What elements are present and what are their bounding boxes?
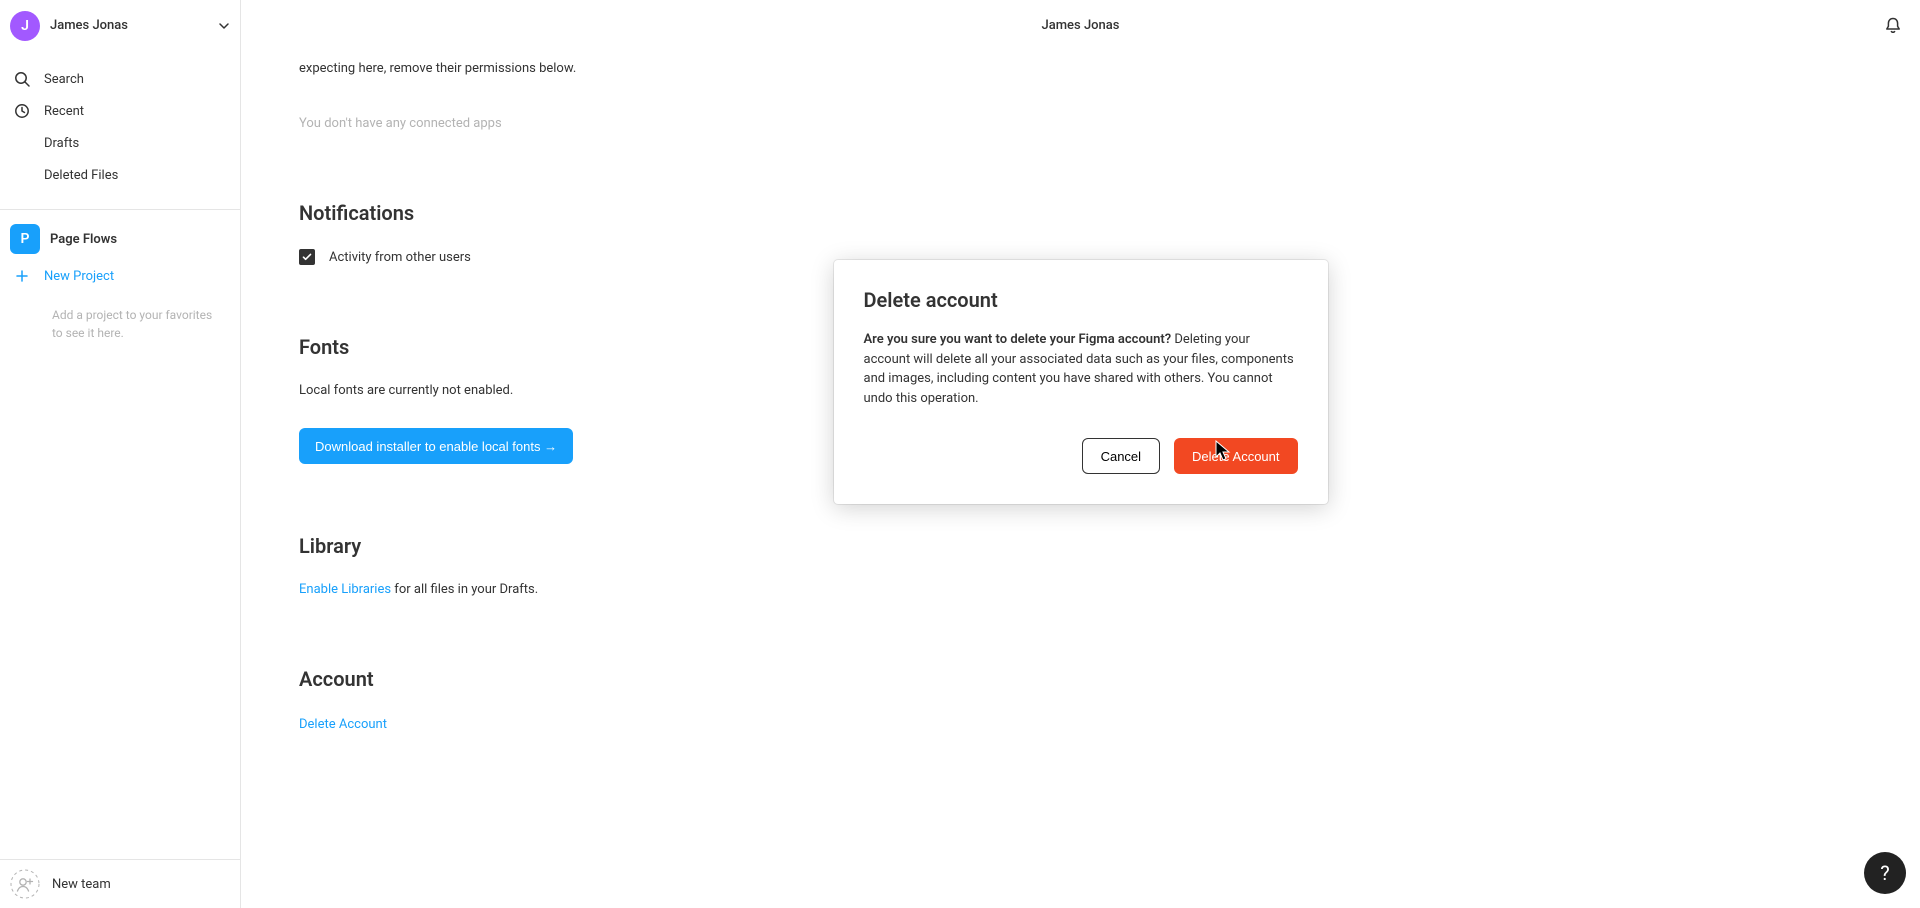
plus-icon	[12, 266, 32, 286]
sidebar-team[interactable]: P Page Flows	[0, 224, 240, 260]
dialog-body: Are you sure you want to delete your Fig…	[864, 330, 1298, 408]
account-switcher[interactable]: J James Jonas	[0, 0, 240, 51]
sidebar-footer: New team	[0, 859, 240, 908]
help-icon: ?	[1880, 861, 1889, 885]
download-fonts-button[interactable]: Download installer to enable local fonts…	[299, 428, 573, 464]
account-heading: Account	[299, 667, 1862, 691]
sidebar-item-label: Deleted Files	[44, 168, 118, 183]
sidebar-item-recent[interactable]: Recent	[0, 95, 240, 127]
notifications-heading: Notifications	[299, 201, 1862, 225]
new-team-label: New team	[52, 877, 111, 892]
bell-icon	[1882, 15, 1904, 37]
sidebar-nav: Search Recent Drafts Deleted Files	[0, 51, 240, 201]
divider	[0, 209, 240, 210]
sidebar-new-team[interactable]: New team	[0, 860, 240, 908]
sidebar-item-label: Recent	[44, 104, 84, 119]
delete-account-confirm-button[interactable]: Delete Account	[1174, 438, 1297, 474]
sidebar-item-search[interactable]: Search	[0, 63, 240, 95]
activity-checkbox-label: Activity from other users	[329, 250, 471, 265]
connected-apps-empty: You don't have any connected apps	[299, 116, 1862, 131]
team-badge: P	[10, 224, 40, 254]
new-project-label: New Project	[44, 269, 114, 284]
team-name: Page Flows	[50, 232, 117, 247]
cancel-button[interactable]: Cancel	[1082, 438, 1160, 474]
enable-libraries-link[interactable]: Enable Libraries	[299, 582, 391, 597]
sidebar-item-label: Search	[44, 72, 84, 87]
clock-icon	[12, 101, 32, 121]
help-button[interactable]: ?	[1864, 852, 1906, 894]
sidebar-item-drafts[interactable]: Drafts	[0, 127, 240, 159]
delete-account-dialog: Delete account Are you sure you want to …	[834, 260, 1328, 504]
user-name: James Jonas	[50, 18, 208, 33]
sidebar: J James Jonas Search Recent Drafts	[0, 0, 241, 908]
delete-account-link[interactable]: Delete Account	[299, 717, 387, 732]
sidebar-item-deleted-files[interactable]: Deleted Files	[0, 159, 240, 191]
sidebar-team-section: P Page Flows New Project Add a project t…	[0, 224, 240, 350]
topbar: James Jonas	[241, 0, 1920, 51]
chevron-down-icon	[218, 20, 230, 32]
page-title: James Jonas	[1042, 18, 1120, 33]
activity-checkbox[interactable]	[299, 249, 315, 265]
dialog-title: Delete account	[864, 288, 1298, 312]
check-icon	[301, 251, 313, 263]
library-suffix: for all files in your Drafts.	[391, 582, 538, 597]
sidebar-new-project[interactable]: New Project	[0, 260, 240, 292]
dialog-question: Are you sure you want to delete your Fig…	[864, 332, 1172, 347]
library-text: Enable Libraries for all files in your D…	[299, 582, 1862, 597]
new-team-icon	[10, 869, 40, 899]
dialog-actions: Cancel Delete Account	[864, 438, 1298, 474]
sidebar-favorites-empty: Add a project to your favorites to see i…	[0, 292, 240, 342]
library-heading: Library	[299, 534, 1862, 558]
main: James Jonas expecting here, remove their…	[241, 0, 1920, 908]
connected-apps-truncated-text: expecting here, remove their permissions…	[299, 61, 1862, 76]
search-icon	[12, 69, 32, 89]
user-avatar: J	[10, 11, 40, 41]
notifications-button[interactable]	[1882, 0, 1904, 51]
sidebar-item-label: Drafts	[44, 136, 79, 151]
